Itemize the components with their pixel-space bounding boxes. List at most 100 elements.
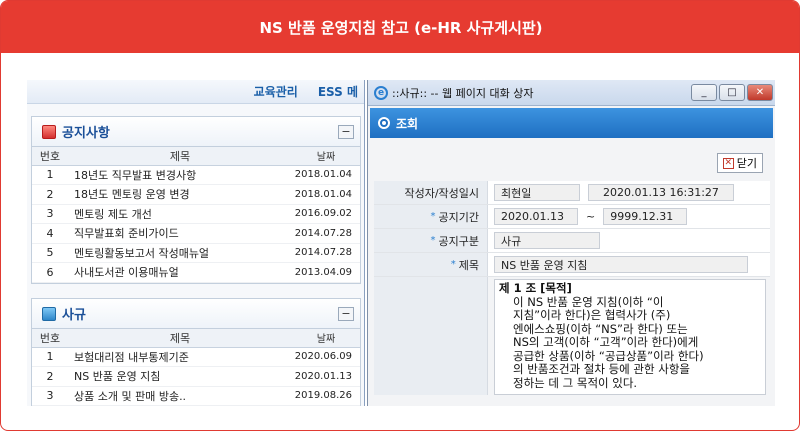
dialog-titlebar: e ::사규:: -- 웹 페이지 대화 상자 _ □ ✕ <box>368 80 775 106</box>
rules-table: 번호 제목 날짜 1 보험대리점 내부통제기준 2020.06.09 2 NS 반품 … <box>32 329 360 406</box>
row-no: 2 <box>32 184 68 205</box>
form-row-content: 제 1 조 [목적] 이 NS 반품 운영 지침(이하 “이 지침”이라 한다)… <box>374 277 770 395</box>
content-line: 지침”이라 한다)은 협력사가 (주) <box>513 308 671 322</box>
subject-label-text: 제목 <box>458 258 479 272</box>
row-no: 6 <box>32 262 68 283</box>
radio-icon <box>378 117 390 129</box>
row-title[interactable]: 멘토링 제도 개선 <box>68 204 292 224</box>
subject-label: * 제목 <box>374 253 488 276</box>
row-title[interactable]: 멘토링활동보고서 작성매뉴얼 <box>68 243 292 263</box>
row-title[interactable]: 18년도 직무발표 변경사항 <box>68 165 292 185</box>
row-date: 2020.06.09 <box>292 347 360 367</box>
author-label-text: 작성자/작성일시 <box>404 186 479 200</box>
required-star: * <box>430 211 436 222</box>
portal-screenshot: 교육관리 ESS 메 공지사항 − 번호 제목 날짜 1 18년도 직무발표 변경… <box>27 80 365 406</box>
table-row[interactable]: 2 NS 반품 운영 지침 2020.01.13 <box>32 366 360 387</box>
window-controls: _ □ ✕ <box>691 84 773 101</box>
row-no: 2 <box>32 366 68 387</box>
period-to-field: 9999.12.31 <box>603 208 688 225</box>
notice-panel-title: 공지사항 <box>62 126 110 141</box>
notice-panel: 공지사항 − 번호 제목 날짜 1 18년도 직무발표 변경사항 2018.01.0… <box>31 116 361 284</box>
row-date: 2018.01.04 <box>292 184 360 205</box>
row-title[interactable]: 보험대리점 내부통제기준 <box>68 347 292 367</box>
row-date: 2013.04.09 <box>292 262 360 283</box>
minimize-button[interactable]: _ <box>691 84 717 101</box>
period-label: * 공지기간 <box>374 205 488 228</box>
dialog-title: ::사규:: -- 웹 페이지 대화 상자 <box>392 86 534 100</box>
window-close-button[interactable]: ✕ <box>747 84 773 101</box>
banner-title: NS 반품 운영지침 참고 (e-HR 사규게시판) <box>1 1 799 53</box>
clause-heading: 제 1 조 [목적] <box>499 281 572 295</box>
table-row[interactable]: 4 직무발표회 준비가이드 2014.07.28 <box>32 223 360 244</box>
nav-item-ess[interactable]: ESS 메 <box>318 83 358 100</box>
period-separator: ~ <box>586 210 596 223</box>
detail-form: 작성자/작성일시 최현일 2020.01.13 16:31:27 * 공지기간 2… <box>374 181 770 395</box>
rules-panel-title: 사규 <box>62 308 86 323</box>
row-date: 2014.07.28 <box>292 243 360 263</box>
column-header-date: 날짜 <box>292 329 360 348</box>
nav-item-education[interactable]: 교육관리 <box>254 83 298 100</box>
row-title[interactable]: NS 반품 운영 지침 <box>68 366 292 387</box>
table-row[interactable]: 3 상품 소개 및 판매 방송.. 2019.08.26 <box>32 386 360 406</box>
category-field: 사규 <box>494 232 600 249</box>
browser-icon: e <box>374 85 388 100</box>
datetime-field: 2020.01.13 16:31:27 <box>588 184 734 201</box>
table-row[interactable]: 3 멘토링 제도 개선 2016.09.02 <box>32 204 360 224</box>
row-no: 3 <box>32 386 68 406</box>
column-header-no: 번호 <box>32 147 68 166</box>
category-value-cell: 사규 <box>488 229 770 252</box>
dialog-window: e ::사규:: -- 웹 페이지 대화 상자 _ □ ✕ 조회 ✕ 닫기 작성… <box>367 80 775 406</box>
form-row-category: * 공지구분 사규 <box>374 229 770 253</box>
rules-panel-header: 사규 − <box>32 299 360 329</box>
category-label-text: 공지구분 <box>438 234 479 248</box>
close-button-label: 닫기 <box>736 157 757 170</box>
collapse-button[interactable]: − <box>338 124 354 139</box>
column-header-date: 날짜 <box>292 147 360 166</box>
period-from-field: 2020.01.13 <box>494 208 578 225</box>
row-title[interactable]: 직무발표회 준비가이드 <box>68 223 292 244</box>
close-button[interactable]: ✕ 닫기 <box>716 153 763 173</box>
column-header-title: 제목 <box>68 329 292 348</box>
section-title: 조회 <box>396 116 419 131</box>
maximize-button[interactable]: □ <box>719 84 745 101</box>
table-row[interactable]: 6 사내도서관 이용매뉴얼 2013.04.09 <box>32 262 360 283</box>
required-star: * <box>450 259 456 270</box>
content-area[interactable]: 제 1 조 [목적] 이 NS 반품 운영 지침(이하 “이 지침”이라 한다)… <box>494 279 766 395</box>
category-label: * 공지구분 <box>374 229 488 252</box>
row-no: 5 <box>32 243 68 263</box>
close-icon: ✕ <box>722 157 734 169</box>
table-row[interactable]: 1 18년도 직무발표 변경사항 2018.01.04 <box>32 165 360 185</box>
period-value-cell: 2020.01.13 ~ 9999.12.31 <box>488 205 770 228</box>
subject-value-cell: NS 반품 운영 지침 <box>488 253 770 276</box>
column-header-title: 제목 <box>68 147 292 166</box>
row-date: 2014.07.28 <box>292 223 360 244</box>
row-date: 2019.08.26 <box>292 386 360 406</box>
row-title[interactable]: 상품 소개 및 판매 방송.. <box>68 386 292 406</box>
table-header-row: 번호 제목 날짜 <box>32 329 360 348</box>
form-row-subject: * 제목 NS 반품 운영 지침 <box>374 253 770 277</box>
table-row[interactable]: 5 멘토링활동보고서 작성매뉴얼 2014.07.28 <box>32 243 360 263</box>
row-date: 2020.01.13 <box>292 366 360 387</box>
notice-board-icon <box>42 124 56 139</box>
row-title[interactable]: 사내도서관 이용매뉴얼 <box>68 262 292 283</box>
notice-table: 번호 제목 날짜 1 18년도 직무발표 변경사항 2018.01.04 2 18년도… <box>32 147 360 283</box>
content-line: NS의 고객(이하 “고객”이라 한다)에게 <box>513 335 699 349</box>
notice-panel-header: 공지사항 − <box>32 117 360 147</box>
rules-board-icon <box>42 306 56 321</box>
row-title[interactable]: 18년도 멘토링 운영 변경 <box>68 184 292 205</box>
period-label-text: 공지기간 <box>438 210 479 224</box>
content-line: 공급한 상품(이하 “공급상품”이라 한다) <box>513 348 704 363</box>
section-bar: 조회 <box>370 108 773 138</box>
table-row[interactable]: 1 보험대리점 내부통제기준 2020.06.09 <box>32 347 360 367</box>
content-line: 정하는 데 그 목적이 있다. <box>513 375 638 390</box>
row-date: 2016.09.02 <box>292 204 360 224</box>
table-header-row: 번호 제목 날짜 <box>32 147 360 166</box>
collapse-button[interactable]: − <box>338 306 354 321</box>
row-no: 1 <box>32 165 68 185</box>
author-field: 최현일 <box>494 184 580 201</box>
author-value-cell: 최현일 2020.01.13 16:31:27 <box>488 181 770 204</box>
form-row-author: 작성자/작성일시 최현일 2020.01.13 16:31:27 <box>374 181 770 205</box>
clause-body: 이 NS 반품 운영 지침(이하 “이 지침”이라 한다)은 협력사가 (주) … <box>499 295 761 391</box>
table-row[interactable]: 2 18년도 멘토링 운영 변경 2018.01.04 <box>32 184 360 205</box>
top-nav: 교육관리 ESS 메 <box>27 80 364 104</box>
